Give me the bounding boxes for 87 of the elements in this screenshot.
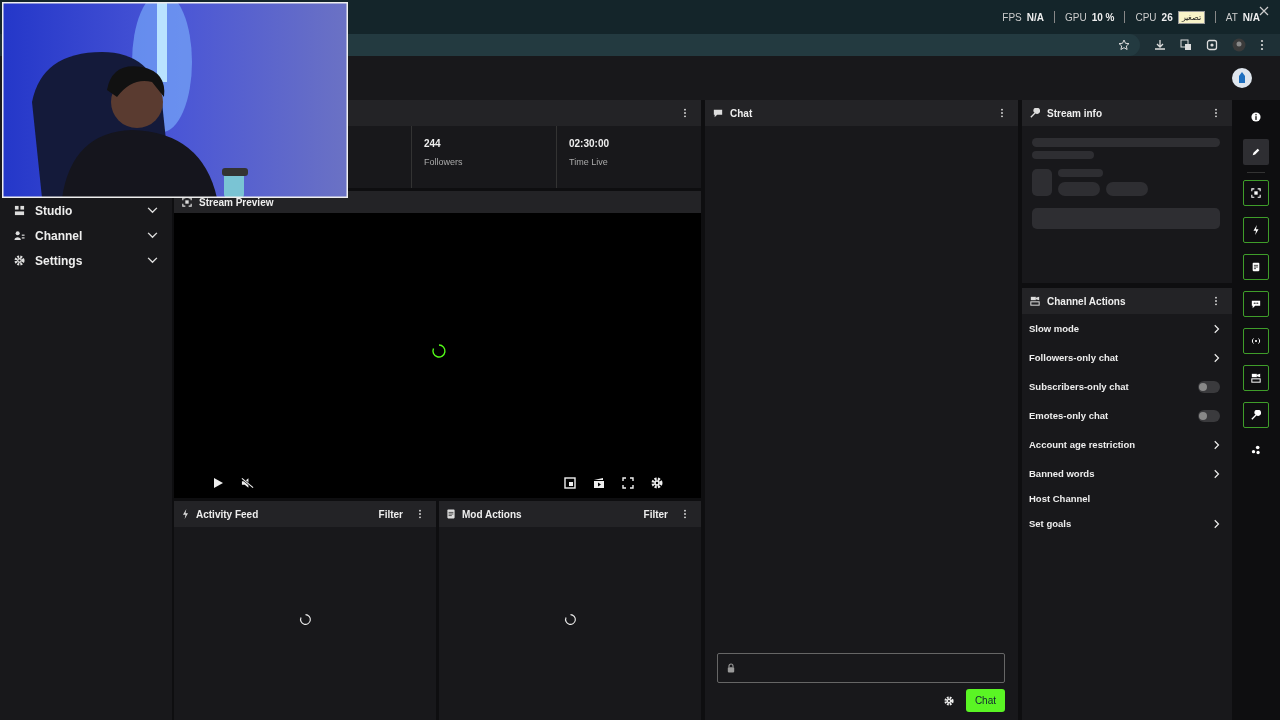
toggle-switch[interactable]: [1198, 380, 1220, 393]
lock-icon: [727, 663, 735, 673]
loading-spinner: [298, 613, 312, 626]
cam-icon[interactable]: [1251, 373, 1261, 383]
theatre-icon[interactable]: [593, 477, 605, 489]
stat-value: N/A: [1026, 11, 1044, 23]
channel-action-item[interactable]: Slow mode: [1022, 314, 1232, 343]
nav-item[interactable]: Channel: [0, 223, 172, 248]
loading-placeholder: [1032, 169, 1052, 196]
stat-value: N/A: [1242, 11, 1260, 23]
miniplayer-icon[interactable]: [564, 477, 576, 489]
stat-number: 02:30:00: [569, 138, 611, 149]
chevron-right-icon: [1214, 352, 1220, 363]
channel-action-item[interactable]: Account age restriction: [1022, 430, 1232, 459]
chevron-down-icon: [147, 207, 158, 214]
chevron-right-icon: [1214, 518, 1220, 529]
dots-icon[interactable]: [1251, 445, 1261, 455]
channel-action-item[interactable]: Set goals: [1022, 509, 1232, 538]
panel-title: Stream info: [1047, 107, 1102, 119]
chat-send-button[interactable]: Chat: [965, 689, 1005, 712]
stat-label: GPU: [1065, 11, 1087, 23]
nav-item[interactable]: Settings: [0, 248, 172, 273]
people-icon: [14, 230, 25, 241]
stat-value: 10 %: [1091, 11, 1115, 23]
stat-caption: Followers: [424, 157, 464, 167]
panel-title: Mod Actions: [462, 508, 522, 520]
stat-caption: Time Live: [569, 157, 609, 167]
screenshot-icon[interactable]: [1206, 39, 1218, 51]
toggle-switch[interactable]: [1198, 409, 1220, 422]
more-icon[interactable]: [1000, 108, 1004, 118]
scan-icon: [182, 197, 192, 207]
chevron-right-icon: [1214, 323, 1220, 334]
document-icon: [447, 509, 455, 519]
more-icon[interactable]: [683, 509, 687, 519]
filter-button[interactable]: Filter: [643, 508, 668, 520]
stat-label: CPU: [1135, 11, 1157, 23]
loading-spinner: [563, 613, 577, 626]
stat-number: 244: [424, 138, 442, 149]
stat-value: 26: [1161, 11, 1173, 23]
chevron-down-icon: [147, 232, 158, 239]
info-icon[interactable]: [1251, 112, 1261, 122]
grid-icon: [14, 205, 25, 216]
chevron-down-icon: [147, 257, 158, 264]
more-icon[interactable]: [1214, 108, 1218, 118]
channel-action-item[interactable]: Emotes-only chat: [1022, 401, 1232, 430]
scan-icon[interactable]: [1251, 188, 1261, 198]
chevron-right-icon: [1214, 468, 1220, 479]
radio-icon[interactable]: [1251, 336, 1261, 346]
bolt-icon[interactable]: [1251, 225, 1261, 235]
close-icon[interactable]: [1259, 6, 1269, 16]
more-icon[interactable]: [683, 108, 687, 118]
camera-icon: [1030, 296, 1040, 306]
nav-item[interactable]: Studio: [0, 198, 172, 223]
channel-action-item[interactable]: Host Channel: [1022, 488, 1232, 509]
star-icon[interactable]: [1118, 39, 1130, 51]
channel-action-item[interactable]: Followers-only chat: [1022, 343, 1232, 372]
avatar-icon[interactable]: [1232, 68, 1252, 88]
filter-button[interactable]: Filter: [378, 508, 403, 520]
gear-icon: [14, 255, 25, 266]
panel-title: Activity Feed: [196, 508, 259, 520]
panel-title: Chat: [730, 107, 753, 119]
settings-icon[interactable]: [651, 477, 663, 489]
settings-icon[interactable]: [943, 695, 954, 706]
channel-action-item[interactable]: Banned words: [1022, 459, 1232, 488]
loading-spinner: [431, 343, 447, 359]
more-icon[interactable]: [418, 509, 422, 519]
lightning-icon: [182, 509, 189, 519]
chevron-right-icon: [1214, 439, 1220, 450]
chat-input[interactable]: [717, 653, 1005, 683]
stat-label: FPS: [1002, 11, 1022, 23]
tooltip: تصغير: [1177, 10, 1205, 24]
bubble-icon[interactable]: [1251, 299, 1261, 309]
play-icon[interactable]: [212, 477, 224, 489]
fullscreen-icon[interactable]: [622, 477, 634, 489]
speech-bubble-icon: [713, 108, 723, 118]
panel-title: Stream Preview: [199, 196, 274, 208]
panel-title: Channel Actions: [1047, 295, 1126, 307]
stat-label: AT: [1225, 11, 1238, 23]
more-icon[interactable]: [1260, 39, 1264, 51]
more-icon[interactable]: [1214, 296, 1218, 306]
muted-speaker-icon[interactable]: [241, 477, 254, 489]
download-icon[interactable]: [1154, 39, 1166, 51]
doc-icon[interactable]: [1251, 262, 1261, 272]
profile-icon[interactable]: [1232, 38, 1246, 52]
channel-action-item[interactable]: Subscribers-only chat: [1022, 372, 1232, 401]
pencil-icon[interactable]: [1251, 147, 1261, 157]
translate-icon[interactable]: [1180, 39, 1192, 51]
